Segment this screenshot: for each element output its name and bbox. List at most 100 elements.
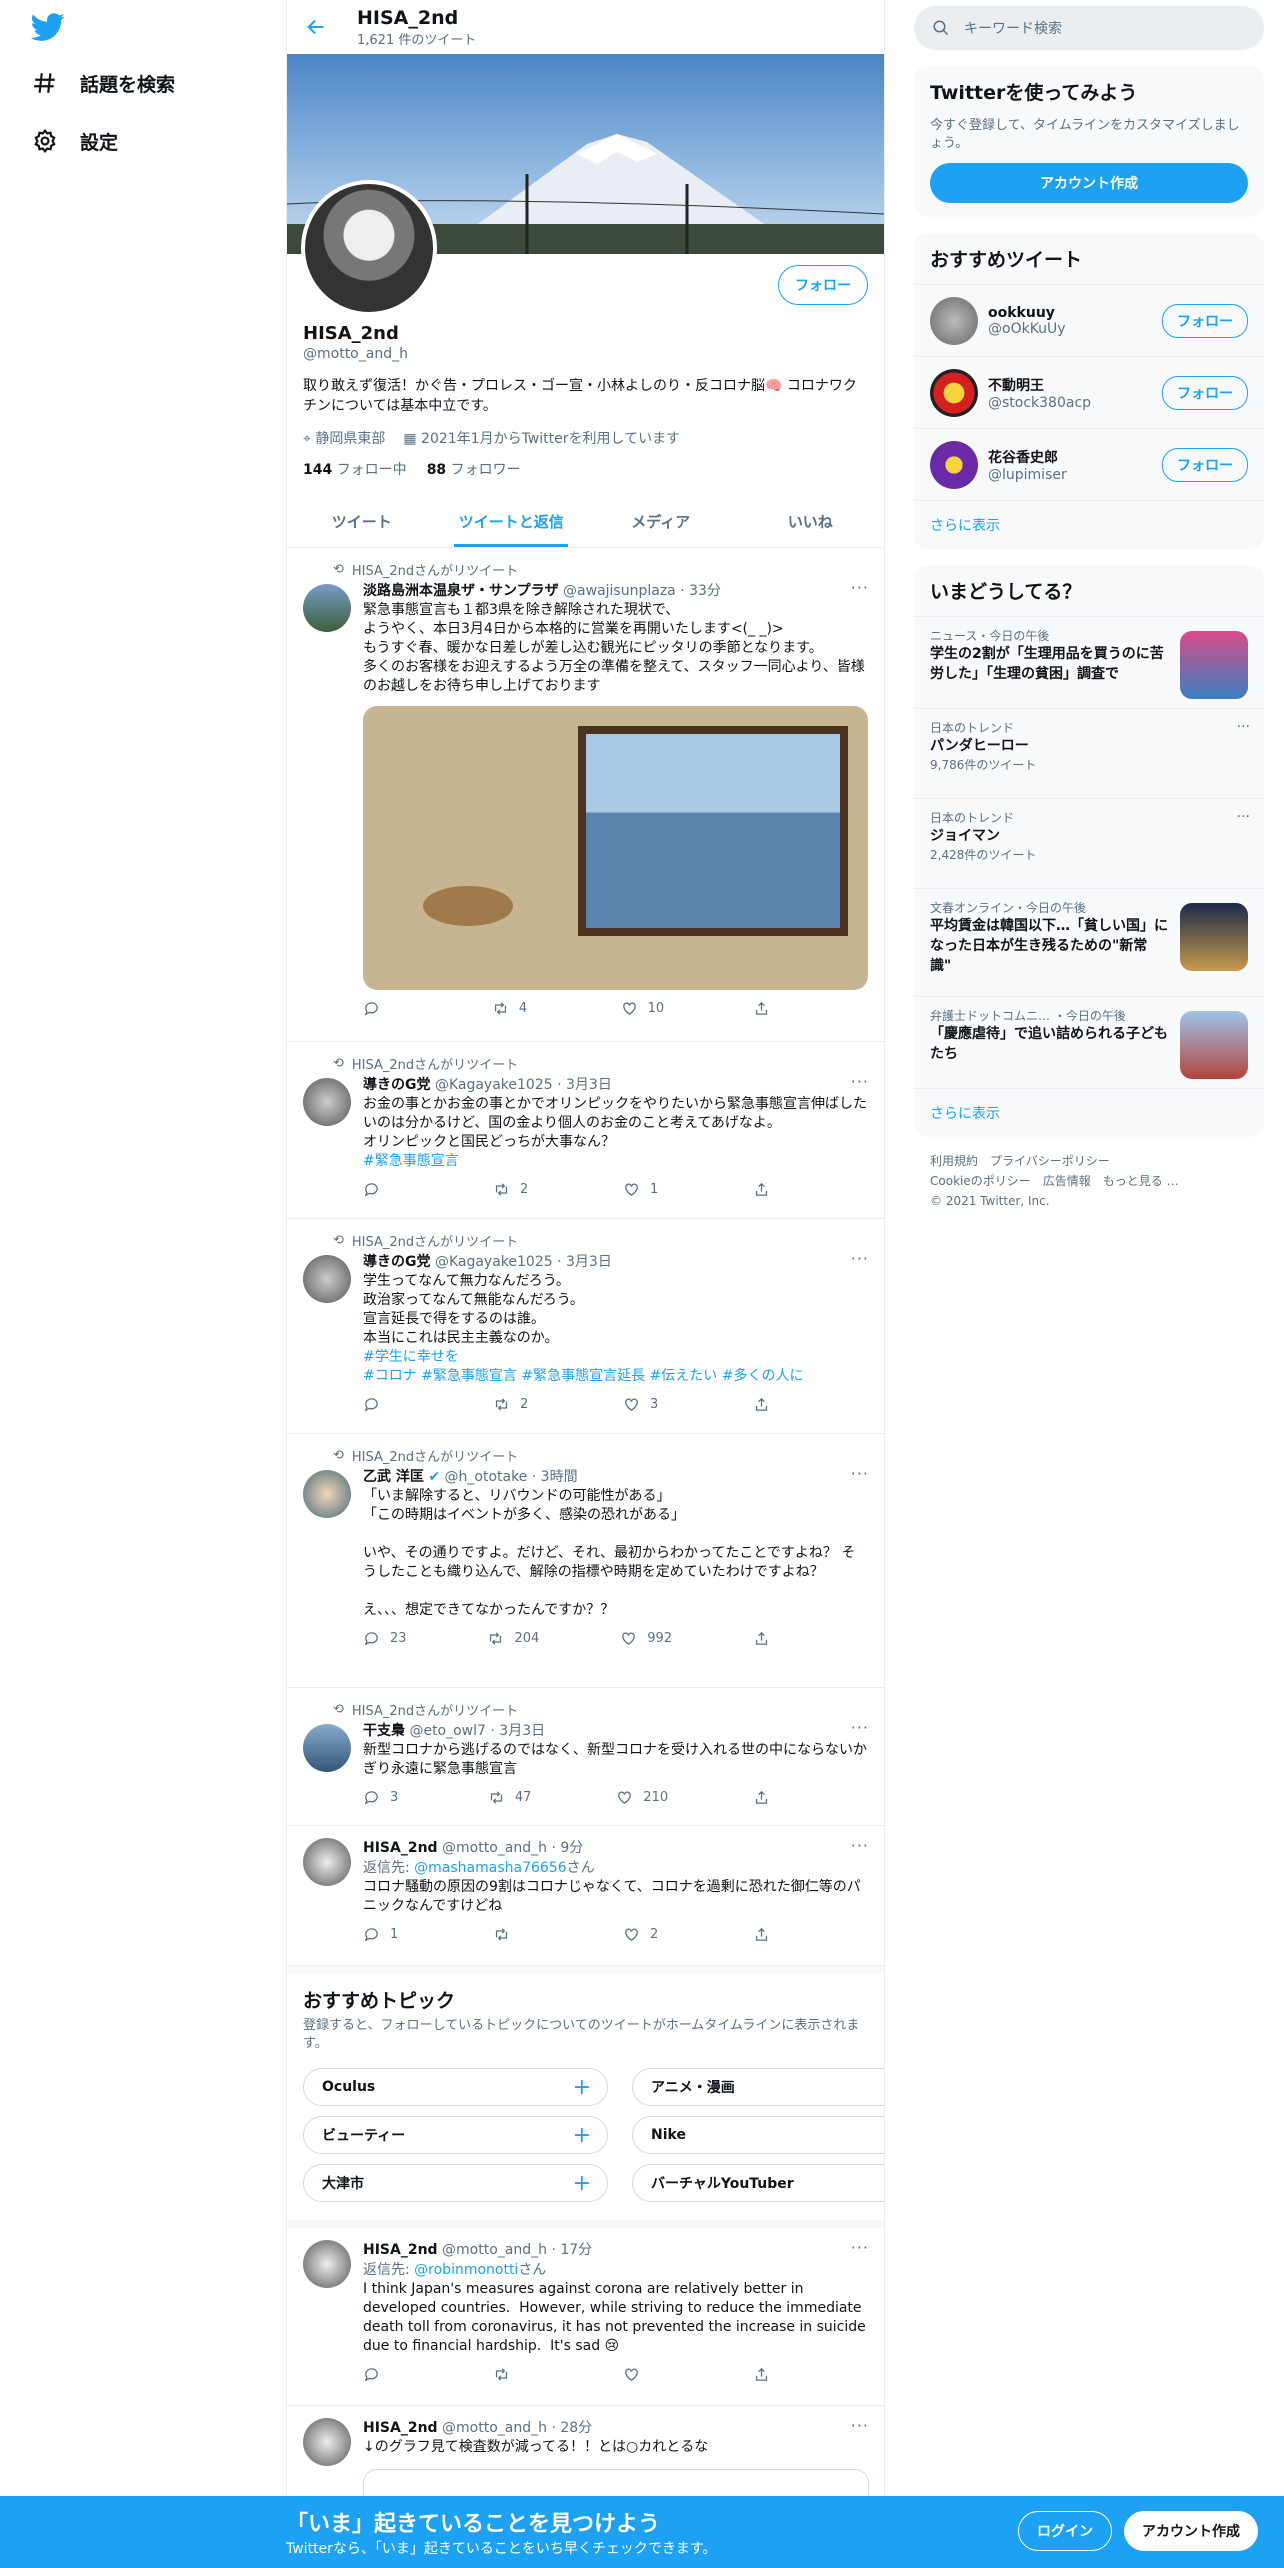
reply-action[interactable]: [363, 2366, 403, 2383]
footer-ads[interactable]: 広告情報: [1043, 1174, 1091, 1188]
following-link[interactable]: 144 フォロー中: [303, 459, 407, 479]
nav-settings[interactable]: 設定: [32, 116, 118, 166]
share-action[interactable]: [753, 1181, 793, 1198]
topic-chip[interactable]: バーチャルYouTuber: [632, 2164, 884, 2202]
trend-item[interactable]: 文春オンライン・今日の午後 平均賃金は韓国以下…「貧しい国」になった日本が生き残…: [914, 888, 1264, 996]
author-handle[interactable]: @motto_and_h: [442, 1840, 547, 1856]
more-icon[interactable]: ···: [851, 1718, 869, 1737]
back-arrow-icon[interactable]: [305, 16, 327, 38]
follow-button[interactable]: フォロー: [778, 265, 868, 305]
author-handle[interactable]: @motto_and_h: [442, 2420, 547, 2436]
hashtags[interactable]: #緊急事態宣言: [363, 1152, 869, 1171]
tab-media[interactable]: メディア: [586, 496, 736, 547]
retweet-action[interactable]: 2: [493, 1181, 533, 1198]
reply-action[interactable]: [363, 1000, 403, 1017]
tweet[interactable]: ⟲ HISA_2ndさんがリツイート 淡路島洲本温泉ザ・サンプラザ @awajis…: [287, 548, 884, 1042]
search-box[interactable]: キーワード検索: [914, 6, 1264, 50]
tab-tweets[interactable]: ツイート: [287, 496, 437, 547]
avatar[interactable]: [930, 440, 978, 489]
like-action[interactable]: 3: [623, 1396, 663, 1413]
avatar[interactable]: [303, 584, 351, 632]
share-action[interactable]: [753, 2366, 793, 2383]
follow-button[interactable]: フォロー: [1162, 375, 1248, 410]
more-icon[interactable]: ···: [851, 578, 869, 597]
tweet[interactable]: ⟲ HISA_2ndさんがリツイート 乙武 洋匡 ✔ @h_ototake · 3…: [287, 1434, 884, 1688]
tweet-time[interactable]: 9分: [560, 1840, 583, 1856]
avatar[interactable]: [303, 1470, 351, 1518]
author-name[interactable]: 干支梟: [363, 1723, 405, 1739]
nav-explore[interactable]: 話題を検索: [32, 58, 175, 108]
author-name[interactable]: HISA_2nd: [363, 2420, 438, 2436]
reply-action[interactable]: 23: [363, 1630, 407, 1647]
author-handle[interactable]: @motto_and_h: [442, 2242, 547, 2258]
more-icon[interactable]: ···: [851, 2238, 869, 2257]
topic-chip[interactable]: ビューティー +: [303, 2116, 608, 2154]
share-action[interactable]: [753, 1926, 793, 1943]
footer-privacy[interactable]: プライバシーポリシー: [990, 1154, 1110, 1168]
create-account-button[interactable]: アカウント作成: [930, 163, 1248, 203]
tab-likes[interactable]: いいね: [736, 496, 885, 547]
twitter-logo-icon[interactable]: [30, 10, 66, 44]
reply-to-handle[interactable]: @mashamasha76656: [414, 1860, 566, 1876]
like-action[interactable]: [623, 2366, 663, 2383]
tweet[interactable]: HISA_2nd @motto_and_h · 17分 ··· 返信先: @ro…: [287, 2228, 884, 2406]
retweet-action[interactable]: 204: [487, 1630, 539, 1647]
more-icon[interactable]: ···: [851, 1836, 869, 1855]
followers-link[interactable]: 88 フォロワー: [427, 459, 521, 479]
rec-user[interactable]: ookkuuy @oOkKuUy フォロー: [914, 284, 1264, 356]
avatar[interactable]: [930, 296, 978, 345]
author-handle[interactable]: @Kagayake1025: [435, 1077, 553, 1093]
avatar[interactable]: [303, 2418, 351, 2466]
retweet-action[interactable]: [493, 1926, 533, 1943]
author-handle[interactable]: @awajisunplaza: [563, 583, 676, 599]
show-more-link[interactable]: さらに表示: [914, 500, 1264, 549]
like-action[interactable]: 992: [620, 1630, 672, 1647]
footer-terms[interactable]: 利用規約: [930, 1154, 978, 1168]
like-action[interactable]: 2: [623, 1926, 663, 1943]
retweet-action[interactable]: 2: [493, 1396, 533, 1413]
more-icon[interactable]: ···: [1237, 719, 1250, 735]
more-icon[interactable]: ···: [851, 1249, 869, 1268]
profile-avatar[interactable]: [301, 180, 437, 316]
like-action[interactable]: 210: [616, 1789, 668, 1806]
reply-action[interactable]: [363, 1396, 403, 1413]
more-icon[interactable]: ···: [1237, 809, 1250, 825]
avatar[interactable]: [303, 1838, 351, 1886]
tweet[interactable]: HISA_2nd @motto_and_h · 9分 ··· 返信先: @mas…: [287, 1826, 884, 1966]
topic-chip[interactable]: 大津市 +: [303, 2164, 608, 2202]
author-handle[interactable]: @h_ototake: [445, 1469, 528, 1485]
reply-to-handle[interactable]: @robinmonotti: [414, 2262, 518, 2278]
avatar[interactable]: [303, 1724, 351, 1772]
follow-button[interactable]: フォロー: [1162, 447, 1248, 482]
tweet[interactable]: ⟲ HISA_2ndさんがリツイート 干支梟 @eto_owl7 · 3月3日 ·…: [287, 1688, 884, 1826]
more-icon[interactable]: ···: [851, 1464, 869, 1483]
share-action[interactable]: [753, 1396, 793, 1413]
more-icon[interactable]: ···: [851, 1072, 869, 1091]
tweet-photo[interactable]: [363, 706, 868, 990]
tweet-time[interactable]: 3月3日: [566, 1077, 612, 1093]
share-action[interactable]: [753, 1630, 793, 1647]
topic-chip[interactable]: アニメ・漫画: [632, 2068, 884, 2106]
author-name[interactable]: HISA_2nd: [363, 1840, 438, 1856]
topic-chip[interactable]: Nike: [632, 2116, 884, 2154]
tweet-time[interactable]: 3月3日: [566, 1254, 612, 1270]
signup-button[interactable]: アカウント作成: [1124, 2511, 1258, 2551]
tweet[interactable]: ⟲ HISA_2ndさんがリツイート 導きのG党 @Kagayake1025 · …: [287, 1219, 884, 1434]
tweet-time[interactable]: 17分: [560, 2242, 592, 2258]
tweet-time[interactable]: 3月3日: [499, 1723, 545, 1739]
show-more-link[interactable]: さらに表示: [914, 1088, 1264, 1137]
tweet-time[interactable]: 33分: [689, 583, 721, 599]
reply-action[interactable]: 1: [363, 1926, 403, 1943]
tweet-time[interactable]: 3時間: [541, 1469, 578, 1485]
avatar[interactable]: [303, 2240, 351, 2288]
tweet[interactable]: ⟲ HISA_2ndさんがリツイート 導きのG党 @Kagayake1025 · …: [287, 1042, 884, 1219]
rec-user[interactable]: 花谷香史郎 @lupimiser フォロー: [914, 428, 1264, 500]
like-action[interactable]: 10: [621, 1000, 664, 1017]
author-name[interactable]: 乙武 洋匡: [363, 1469, 424, 1485]
footer-more[interactable]: もっと見る …: [1103, 1174, 1179, 1188]
share-action[interactable]: [753, 1789, 793, 1806]
follow-button[interactable]: フォロー: [1162, 303, 1248, 338]
retweet-action[interactable]: [493, 2366, 533, 2383]
rec-user[interactable]: 不動明王 @stock380acp フォロー: [914, 356, 1264, 428]
author-name[interactable]: 導きのG党: [363, 1077, 431, 1093]
